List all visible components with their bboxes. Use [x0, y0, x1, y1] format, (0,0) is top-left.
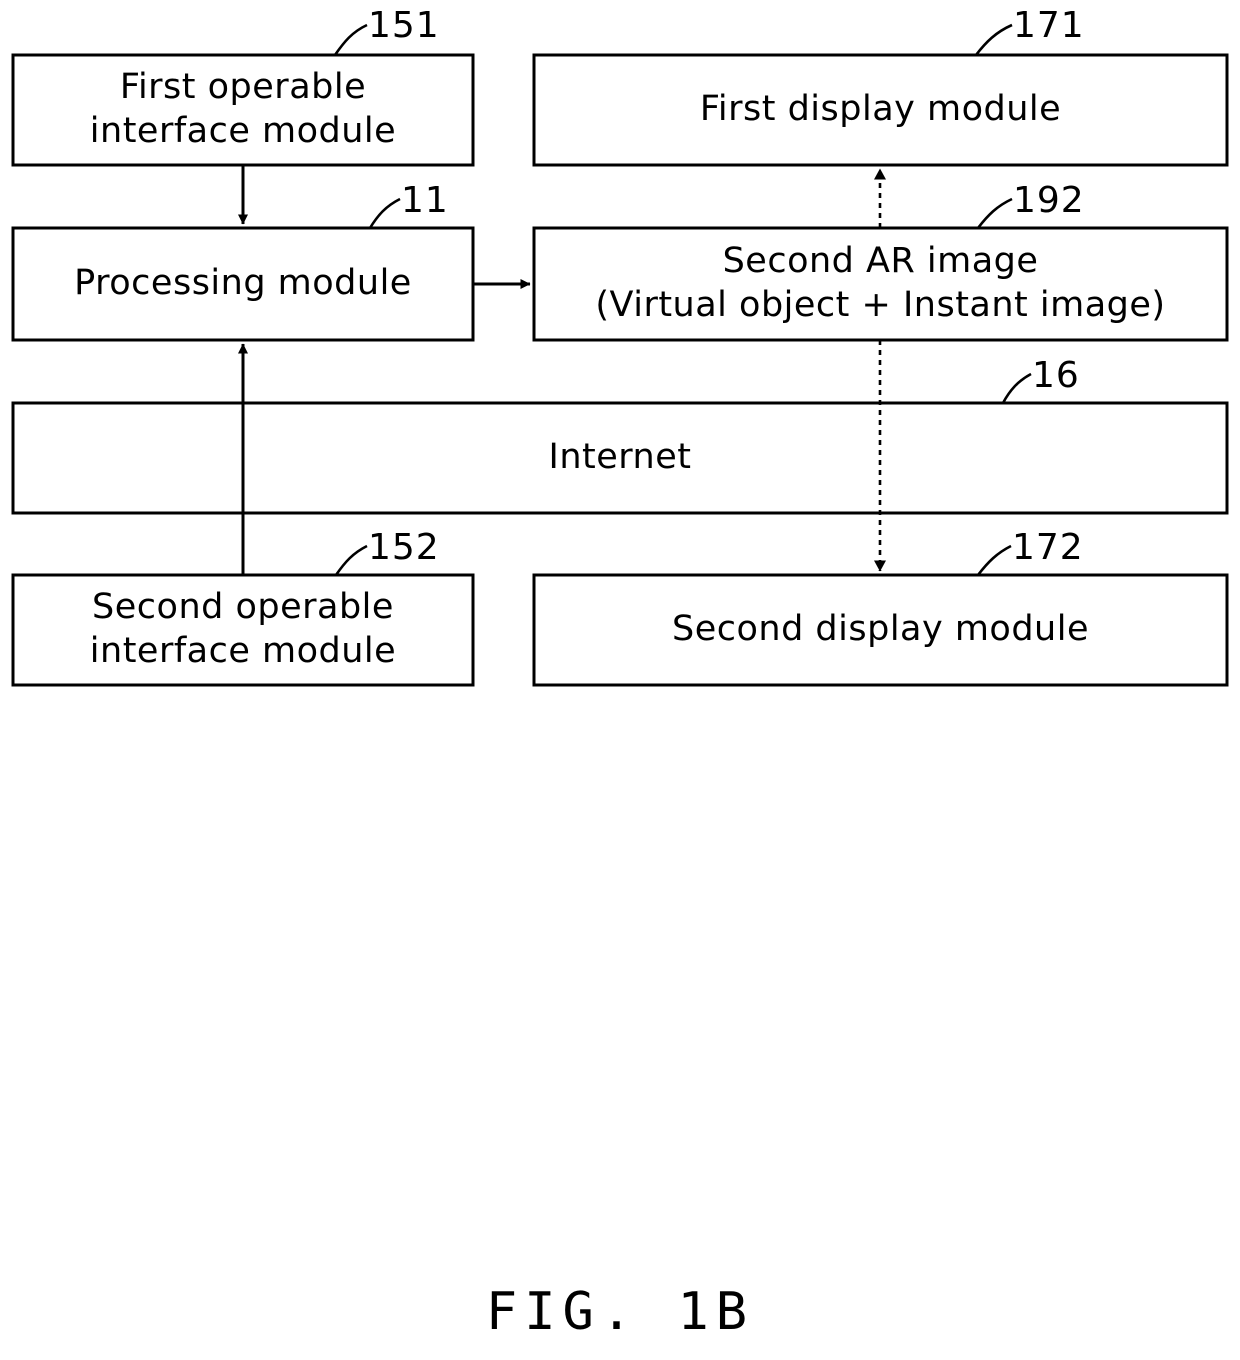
box-internet — [11, 401, 1229, 515]
figure-root: First operable interface module First di… — [0, 0, 1240, 1360]
ref-numeral-192: 192 — [1013, 180, 1085, 221]
leader-line-171 — [974, 23, 1013, 56]
box-first-display-module — [532, 53, 1229, 167]
box-second-display-module — [532, 573, 1229, 687]
box-second-operable-interface-module — [11, 573, 475, 687]
leader-line-11 — [368, 197, 401, 229]
box-first-operable-interface-module — [11, 53, 475, 167]
box-second-ar-image — [532, 226, 1229, 342]
ref-numeral-16: 16 — [1032, 355, 1080, 396]
ref-numeral-151: 151 — [368, 5, 440, 46]
leader-line-192 — [976, 197, 1013, 229]
leader-line-16 — [1001, 372, 1032, 404]
ref-numeral-172: 172 — [1012, 527, 1084, 568]
ref-numeral-152: 152 — [368, 527, 440, 568]
leader-line-151 — [333, 23, 368, 56]
leader-line-172 — [976, 544, 1012, 576]
ref-numeral-171: 171 — [1013, 5, 1085, 46]
ref-numeral-11: 11 — [401, 180, 449, 221]
figure-caption: FIG. 1B — [485, 1282, 755, 1342]
leader-line-152 — [334, 544, 368, 576]
box-processing-module — [11, 226, 475, 342]
